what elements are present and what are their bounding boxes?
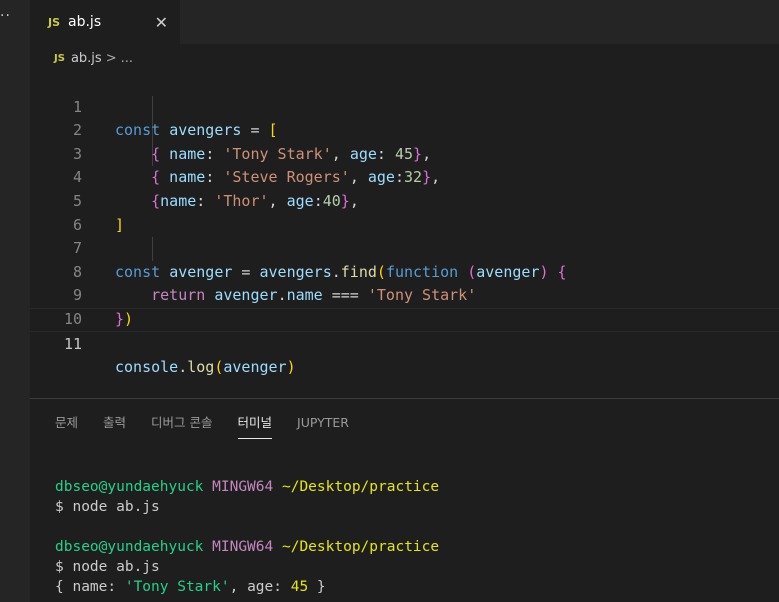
code-line[interactable]: 9 }): [30, 261, 779, 328]
code-line[interactable]: 1 const avengers = [: [30, 72, 779, 140]
chevron-right-icon: >: [105, 50, 117, 66]
prompt-path: ~/Desktop/practice: [281, 539, 440, 555]
tab-ab-js[interactable]: JS ab.js ✕: [30, 0, 180, 44]
prompt-user: dbseo@yundaehyuck: [55, 479, 204, 495]
code-token: ): [286, 358, 296, 377]
result-token: }: [308, 579, 326, 595]
result-token: , age:: [229, 579, 291, 595]
terminal-command: $ node ab.js: [55, 499, 160, 515]
code-token: log: [187, 358, 215, 377]
terminal-prompt: dbseo@yundaehyuck MINGW64 ~/Desktop/prac…: [55, 537, 779, 557]
panel-tab-bar: 문제 출력 디버그 콘솔 터미널 JUPYTER: [30, 399, 779, 445]
js-file-icon: JS: [54, 52, 65, 64]
result-token: { name:: [55, 579, 125, 595]
breadcrumb-file[interactable]: ab.js: [71, 51, 102, 66]
js-file-icon: JS: [48, 15, 61, 29]
tab-bar: JS ab.js ✕: [30, 0, 779, 44]
tab-jupyter[interactable]: JUPYTER: [297, 399, 349, 445]
sidebar-edge: ··: [0, 0, 30, 602]
terminal-prompt: dbseo@yundaehyuck MINGW64 ~/Desktop/prac…: [55, 477, 779, 497]
prompt-path: ~/Desktop/practice: [281, 479, 440, 495]
code-token: console: [115, 358, 179, 377]
code-line[interactable]: 8 return avenger.name === 'Tony Stark': [30, 237, 779, 305]
code-line[interactable]: 5 ]: [30, 166, 779, 234]
code-line[interactable]: 3 { name: 'Steve Rogers', age:32},: [30, 119, 779, 187]
prompt-env: MINGW64: [212, 479, 274, 495]
code-line[interactable]: 6: [30, 190, 779, 234]
code-token: avenger: [223, 358, 287, 377]
prompt-env: MINGW64: [212, 539, 274, 555]
code-line[interactable]: 4 {name: 'Thor', age:40},: [30, 143, 779, 210]
tab-problems[interactable]: 문제: [55, 399, 78, 445]
code-line[interactable]: 7 const avenger = avengers.find(function…: [30, 214, 779, 281]
code-line[interactable]: 2 { name: 'Tony Stark', age: 45},: [30, 96, 779, 163]
result-token: 45: [290, 579, 309, 595]
terminal-output[interactable]: dbseo@yundaehyuck MINGW64 ~/Desktop/prac…: [55, 477, 779, 597]
code-token: .: [178, 358, 188, 377]
tab-debug-console[interactable]: 디버그 콘솔: [151, 399, 212, 445]
more-actions-icon[interactable]: ··: [0, 8, 11, 24]
tab-output[interactable]: 출력: [103, 399, 126, 445]
breadcrumb-symbols[interactable]: ...: [121, 51, 133, 66]
code-line[interactable]: 10: [30, 284, 779, 328]
breadcrumb: JS ab.js > ...: [30, 44, 779, 72]
result-token: 'Tony Stark': [124, 579, 230, 595]
close-icon[interactable]: ✕: [155, 13, 168, 32]
terminal-result: { name: 'Tony Stark', age: 45 }: [55, 577, 779, 597]
code-line-current[interactable]: 11 console.log(avenger): [30, 307, 779, 376]
line-number: 11: [63, 334, 82, 353]
tab-terminal[interactable]: 터미널: [237, 399, 272, 445]
terminal-command: $ node ab.js: [55, 559, 160, 575]
bottom-panel: 문제 출력 디버그 콘솔 터미널 JUPYTER dbseo@yundaehyu…: [30, 398, 779, 602]
prompt-user: dbseo@yundaehyuck: [55, 539, 204, 555]
code-editor[interactable]: 1 const avengers = [ 2 { name: 'Tony Sta…: [30, 72, 779, 376]
tab-label: ab.js: [68, 14, 102, 30]
